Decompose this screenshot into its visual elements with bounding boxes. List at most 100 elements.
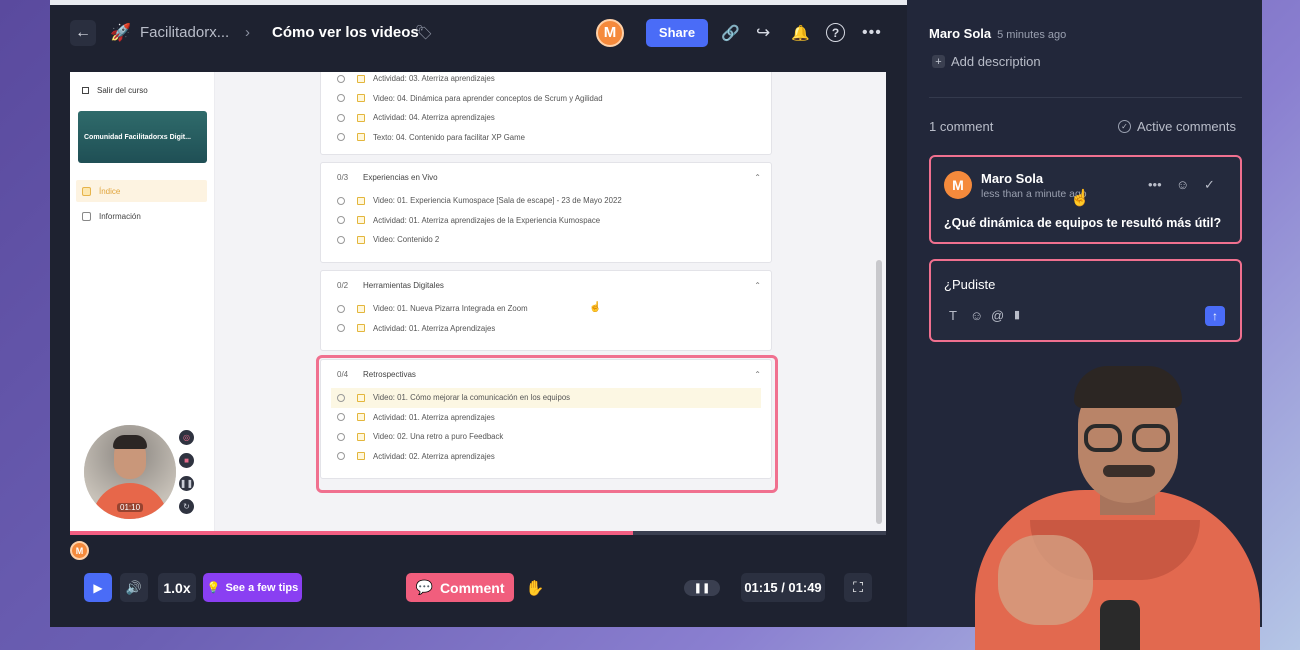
module-card: 0/3 Experiencias en Vivo ⌃ Video: 01. Ex… xyxy=(320,162,772,263)
lesson-item[interactable]: Video: 01. Nueva Pizarra Integrada en Zo… xyxy=(321,299,771,319)
more-icon[interactable]: ••• xyxy=(862,24,882,42)
radio-icon[interactable] xyxy=(337,216,345,225)
poll-icon[interactable]: ▮ xyxy=(1014,308,1020,321)
mention-icon[interactable]: @ xyxy=(991,308,1004,323)
lesson-item[interactable]: Texto: 04. Contenido para facilitar XP G… xyxy=(321,128,771,148)
send-button[interactable]: ↑ xyxy=(1205,306,1225,326)
time-display: 01:15 / 01:49 xyxy=(741,573,825,602)
avatar: M xyxy=(944,171,972,199)
breadcrumb-space[interactable]: Facilitadorx... xyxy=(140,24,229,41)
reply-input[interactable] xyxy=(944,277,1224,292)
timeline-comment-marker[interactable]: M xyxy=(70,541,89,560)
activity-icon xyxy=(357,113,365,122)
progress-bar[interactable] xyxy=(70,531,886,535)
lesson-item[interactable]: Video: 01. Experiencia Kumospace [Sala d… xyxy=(321,191,771,211)
presenter-hair xyxy=(1074,366,1182,408)
share-button[interactable]: Share xyxy=(646,18,708,47)
webcam-bubble[interactable]: 01:10 xyxy=(84,425,176,519)
radio-icon[interactable] xyxy=(337,113,345,122)
tag-icon[interactable]: 🏷 xyxy=(415,24,433,41)
module-card: 0/2 Herramientas Digitales ⌃ Video: 01. … xyxy=(320,270,772,351)
video-frame[interactable]: Salir del curso Comunidad Facilitadorxs … xyxy=(70,72,886,533)
lesson-item[interactable]: Actividad: 01. Aterriza Aprendizajes xyxy=(321,319,771,339)
resolve-check-icon[interactable]: ✓ xyxy=(1204,177,1215,193)
text-format-icon[interactable]: T xyxy=(949,308,957,323)
radio-icon[interactable] xyxy=(337,304,345,313)
divider xyxy=(929,97,1242,98)
module-count: 0/2 xyxy=(337,280,349,290)
microphone-icon xyxy=(1100,600,1140,650)
emoji-icon[interactable]: ☺ xyxy=(970,308,983,323)
lesson-item[interactable]: Actividad: 03. Aterriza aprendizajes xyxy=(321,72,771,89)
emoji-react-icon[interactable]: ☺ xyxy=(1176,177,1189,192)
active-comments-label: Active comments xyxy=(1137,119,1236,134)
link-icon[interactable]: 🔗 xyxy=(721,24,740,42)
comment-author: Maro Sola xyxy=(981,171,1044,186)
glasses-icon xyxy=(1132,424,1170,452)
radio-icon[interactable] xyxy=(337,94,345,103)
module-title: Herramientas Digitales xyxy=(363,280,444,290)
refresh-icon[interactable]: ↻ xyxy=(179,499,194,514)
chevron-right-icon: › xyxy=(245,24,250,41)
pause-small-icon[interactable]: ❚❚ xyxy=(179,476,194,491)
radio-icon[interactable] xyxy=(337,196,345,205)
module-title: Experiencias en Vivo xyxy=(363,172,438,182)
hand-wave-icon[interactable]: ✋ xyxy=(521,573,549,602)
add-description-button[interactable]: + Add description xyxy=(932,54,1041,69)
pointer-cursor-icon: ☝ xyxy=(589,302,602,313)
course-card[interactable]: Comunidad Facilitadorxs Digit... xyxy=(78,111,207,163)
bell-icon[interactable]: 🔔 xyxy=(791,24,810,42)
more-icon[interactable]: ••• xyxy=(1148,177,1162,192)
reply-box[interactable]: T ☺ @ ▮ ↑ xyxy=(929,259,1242,342)
menu-item-information[interactable]: Información xyxy=(76,205,207,227)
module-header[interactable]: 0/3 Experiencias en Vivo ⌃ xyxy=(321,163,771,191)
chevron-up-icon[interactable]: ⌃ xyxy=(754,281,761,290)
info-icon xyxy=(82,211,91,221)
exit-label: Salir del curso xyxy=(97,86,148,95)
comment-button[interactable]: 💬 Comment xyxy=(406,573,514,602)
menu-item-index[interactable]: Índice xyxy=(76,180,207,202)
radio-icon[interactable] xyxy=(337,74,345,83)
plus-icon: + xyxy=(932,55,945,68)
module-card: Actividad: 03. Aterriza aprendizajes Vid… xyxy=(320,72,772,155)
tips-label: See a few tips xyxy=(225,581,299,594)
avatar[interactable]: M xyxy=(596,18,624,47)
chat-icon[interactable]: ◎ xyxy=(179,430,194,445)
webcam-hair xyxy=(113,435,147,449)
video-icon xyxy=(357,304,365,313)
index-icon xyxy=(82,186,91,196)
play-icon: ▶ xyxy=(93,580,103,595)
forward-icon[interactable]: ↪ xyxy=(756,23,770,43)
lightbulb-icon: 💡 xyxy=(206,582,221,594)
radio-icon[interactable] xyxy=(337,133,345,142)
module-header[interactable]: 0/2 Herramientas Digitales ⌃ xyxy=(321,271,771,299)
help-icon[interactable]: ? xyxy=(826,23,845,42)
radio-icon[interactable] xyxy=(337,235,345,244)
back-arrow-icon[interactable]: ← xyxy=(70,19,96,46)
menu-item-label: Información xyxy=(99,211,141,221)
scrollbar[interactable] xyxy=(876,260,882,524)
fullscreen-icon[interactable]: ⛶ xyxy=(844,573,872,602)
header: ← 🚀 Facilitadorx... › Cómo ver los video… xyxy=(50,5,907,60)
lesson-item[interactable]: Video: 04. Dinámica para aprender concep… xyxy=(321,89,771,109)
play-button[interactable]: ▶ xyxy=(84,573,112,602)
lesson-item[interactable]: Actividad: 04. Aterriza aprendizajes xyxy=(321,108,771,128)
volume-button[interactable]: 🔊 xyxy=(120,573,148,602)
arrow-up-icon: ↑ xyxy=(1212,309,1218,323)
presenter-hand xyxy=(998,535,1093,625)
lesson-item[interactable]: Video: Contenido 2 xyxy=(321,230,771,250)
comment-label: Comment xyxy=(439,579,505,596)
activity-icon xyxy=(357,74,365,83)
lesson-item[interactable]: Actividad: 01. Aterriza aprendizajes de … xyxy=(321,211,771,231)
radio-icon[interactable] xyxy=(337,324,345,333)
pause-icon[interactable]: ❚❚ xyxy=(684,580,720,596)
active-comments-toggle[interactable]: ✓ Active comments xyxy=(1118,119,1236,134)
exit-course-link[interactable]: Salir del curso xyxy=(82,86,148,95)
page-title[interactable]: Cómo ver los videos xyxy=(272,24,419,41)
comment-text: ¿Qué dinámica de equipos te resultó más … xyxy=(944,216,1222,230)
speed-button[interactable]: 1.0x xyxy=(158,573,196,602)
tips-button[interactable]: 💡 See a few tips xyxy=(203,573,302,602)
chevron-up-icon[interactable]: ⌃ xyxy=(754,173,761,182)
check-circle-icon: ✓ xyxy=(1118,120,1131,133)
stop-icon[interactable]: ■ xyxy=(179,453,194,468)
